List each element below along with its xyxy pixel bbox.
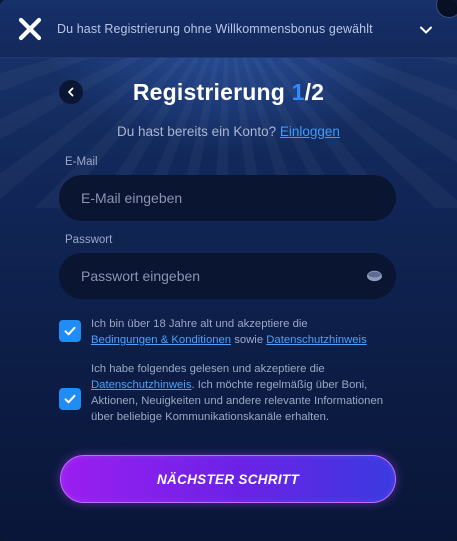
marketing-text-1: Ich habe folgendes gelesen und akzeptier… (91, 363, 325, 375)
eye-icon[interactable] (366, 269, 383, 282)
password-label: Passwort (65, 234, 113, 246)
title-text: Registrierung (132, 79, 292, 105)
marketing-consent-text: Ich habe folgendes gelesen und akzeptier… (91, 361, 391, 425)
privacy-link-1[interactable]: Datenschutzhinweis (266, 334, 366, 346)
chevron-down-icon[interactable] (418, 22, 434, 38)
next-step-button[interactable]: NÄCHSTER SCHRITT (60, 455, 396, 503)
terms-link[interactable]: Bedingungen & Konditionen (91, 334, 231, 346)
age-terms-text: Ich bin über 18 Jahre alt und akzeptiere… (91, 316, 391, 348)
email-field[interactable] (59, 175, 396, 221)
bonus-info-text: Du hast Registrierung ohne Willkommensbo… (57, 22, 373, 36)
close-icon[interactable] (18, 17, 42, 41)
password-field[interactable] (59, 253, 396, 299)
privacy-link-2[interactable]: Datenschutzhinweis (91, 379, 191, 391)
age-terms-text-1: Ich bin über 18 Jahre alt und akzeptiere… (91, 318, 308, 330)
login-prompt-text: Du hast bereits ein Konto? (117, 124, 280, 139)
age-terms-checkbox[interactable] (59, 320, 81, 342)
checkmark-icon (64, 326, 76, 336)
checkmark-icon (64, 394, 76, 404)
page-title: Registrierung 1/2 (0, 79, 457, 106)
login-prompt: Du hast bereits ein Konto? Einloggen (0, 124, 457, 139)
title-step-current: 1 (291, 79, 305, 105)
registration-modal: Du hast Registrierung ohne Willkommensbo… (0, 0, 457, 541)
age-terms-text-2: sowie (231, 334, 267, 346)
email-label: E-Mail (65, 156, 98, 168)
title-step-total: /2 (304, 79, 325, 105)
bonus-bar[interactable]: Du hast Registrierung ohne Willkommensbo… (0, 0, 457, 58)
login-link[interactable]: Einloggen (280, 124, 340, 139)
marketing-checkbox[interactable] (59, 388, 81, 410)
